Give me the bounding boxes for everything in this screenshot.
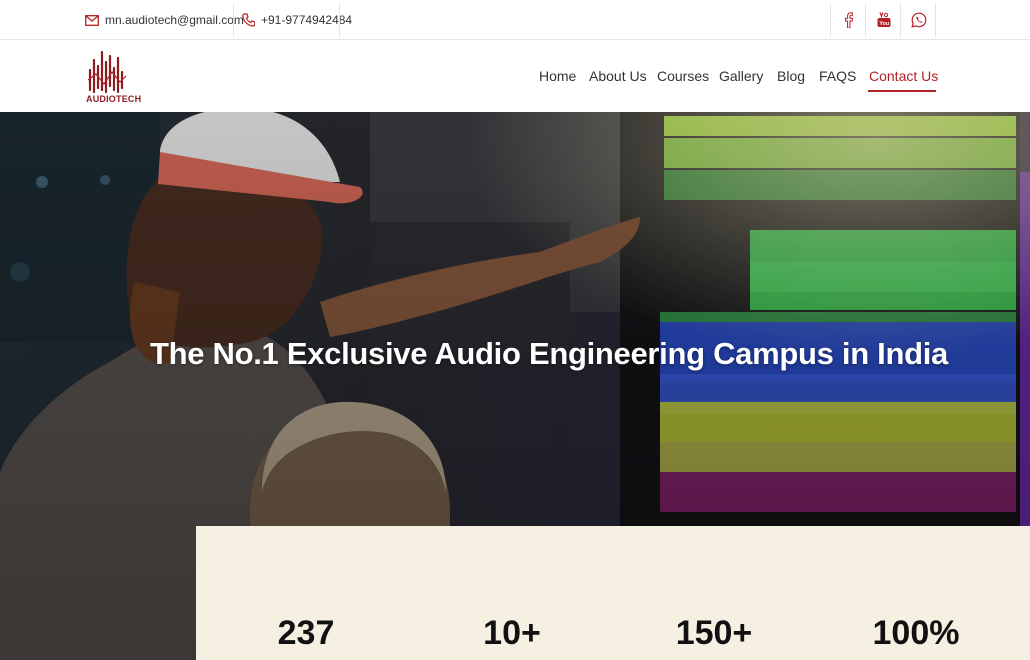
svg-text:You: You	[879, 21, 889, 27]
whatsapp-icon[interactable]	[901, 0, 936, 40]
stats-panel: 237 10+ 150+ 100%	[196, 526, 1030, 660]
nav-blog[interactable]: Blog	[777, 68, 805, 84]
divider	[233, 3, 234, 37]
phone-icon	[242, 13, 255, 27]
phone-contact[interactable]: +91-9774942484	[242, 0, 352, 40]
nav-about-us[interactable]: About Us	[589, 68, 647, 84]
active-nav-underline	[868, 90, 936, 92]
top-contact-bar: mn.audiotech@gmail.com +91-9774942484 Yo…	[0, 0, 1030, 40]
email-text: mn.audiotech@gmail.com	[105, 13, 244, 27]
stat-value: 237	[277, 614, 335, 652]
facebook-icon[interactable]	[831, 0, 866, 40]
nav-home[interactable]: Home	[539, 68, 576, 84]
nav-faqs[interactable]: FAQS	[819, 68, 856, 84]
mail-icon	[85, 14, 99, 26]
site-header: AUDIOTECH Home About Us Courses Gallery …	[0, 40, 1030, 112]
divider	[935, 3, 936, 37]
stat-value: 150+	[675, 614, 753, 652]
logo-bars-icon	[87, 50, 127, 94]
nav-gallery[interactable]: Gallery	[719, 68, 763, 84]
stat-value: 100%	[872, 614, 960, 652]
logo-text: AUDIOTECH	[86, 94, 142, 104]
hero-title: The No.1 Exclusive Audio Engineering Cam…	[150, 336, 948, 371]
youtube-icon[interactable]: You	[866, 0, 901, 40]
nav-contact-us[interactable]: Contact Us	[869, 68, 938, 84]
stat-value: 10+	[483, 614, 541, 652]
nav-courses[interactable]: Courses	[657, 68, 709, 84]
divider	[339, 3, 340, 37]
email-contact[interactable]: mn.audiotech@gmail.com	[85, 0, 244, 40]
